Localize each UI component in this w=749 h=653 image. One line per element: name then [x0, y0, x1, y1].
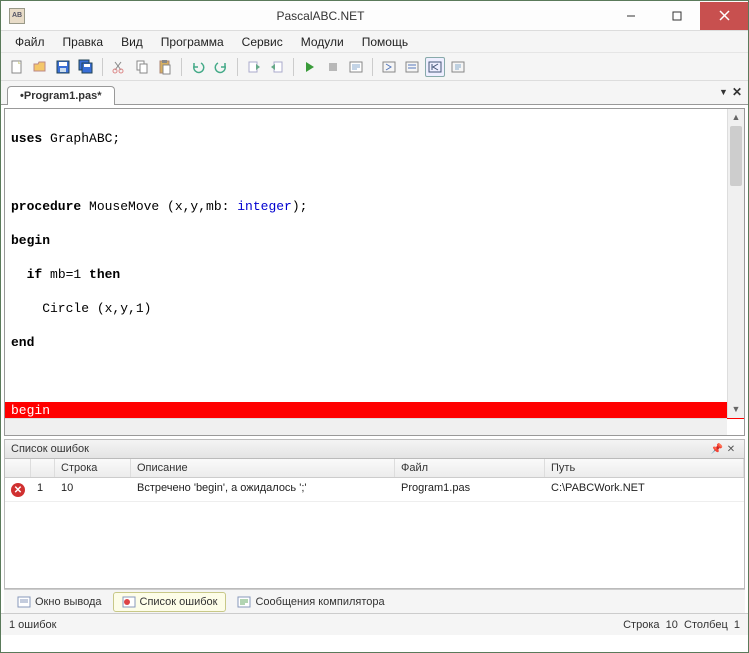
step-over-button[interactable] — [402, 57, 422, 77]
code-text: Circle (x,y,1) — [5, 300, 744, 317]
tab-output[interactable]: Окно вывода — [8, 592, 111, 612]
code-text: ); — [292, 199, 308, 214]
code-text: end — [11, 335, 34, 350]
cut-button[interactable] — [109, 57, 129, 77]
undo-button[interactable] — [188, 57, 208, 77]
menu-program[interactable]: Программа — [153, 33, 232, 51]
navigate-fwd-button[interactable] — [267, 57, 287, 77]
tab-close-icon[interactable]: ✕ — [732, 85, 742, 99]
col-file[interactable]: Файл — [395, 459, 545, 477]
grid-header: Строка Описание Файл Путь — [5, 459, 744, 478]
document-tabs: •Program1.pas* ▼ ✕ — [1, 81, 748, 105]
title-bar: AB PascalABC.NET — [1, 1, 748, 31]
error-line: begin — [5, 402, 744, 419]
navigate-back-button[interactable] — [244, 57, 264, 77]
code-editor[interactable]: uses GraphABC; procedure MouseMove (x,y,… — [4, 108, 745, 436]
code-text: uses — [11, 131, 42, 146]
status-line-value: 10 — [666, 619, 678, 631]
col-icon[interactable] — [5, 459, 31, 477]
code-text: then — [89, 267, 120, 282]
breakpoint-button[interactable] — [448, 57, 468, 77]
col-line[interactable]: Строка — [55, 459, 131, 477]
toolbar-separator — [293, 58, 294, 76]
col-path[interactable]: Путь — [545, 459, 744, 477]
error-path: C:\PABCWork.NET — [545, 478, 744, 501]
toolbar — [1, 53, 748, 81]
status-error-count: 1 ошибок — [9, 619, 57, 631]
step-out-button[interactable] — [425, 57, 445, 77]
code-text: MouseMove (x,y,mb: — [81, 199, 237, 214]
code-text: if — [11, 267, 42, 282]
error-row[interactable]: ✕ 1 10 Встречено 'begin', а ожидалось ';… — [5, 478, 744, 502]
status-line-label: Строка — [623, 619, 659, 631]
compile-button[interactable] — [346, 57, 366, 77]
errors-grid: Строка Описание Файл Путь ✕ 1 10 Встрече… — [4, 459, 745, 589]
error-file: Program1.pas — [395, 478, 545, 501]
tab-program1[interactable]: •Program1.pas* — [7, 86, 115, 105]
scroll-down-icon[interactable]: ▼ — [728, 401, 744, 418]
save-button[interactable] — [53, 57, 73, 77]
status-bar: 1 ошибок Строка 10 Столбец 1 — [1, 613, 748, 635]
paste-button[interactable] — [155, 57, 175, 77]
toolbar-separator — [181, 58, 182, 76]
step-into-button[interactable] — [379, 57, 399, 77]
error-index: 1 — [31, 478, 55, 501]
panel-title: Список ошибок — [11, 443, 89, 455]
menu-bar: Файл Правка Вид Программа Сервис Модули … — [1, 31, 748, 53]
code-text: procedure — [11, 199, 81, 214]
code-text — [5, 164, 744, 181]
tab-compiler-messages[interactable]: Сообщения компилятора — [228, 592, 393, 612]
error-desc: Встречено 'begin', а ожидалось ';' — [131, 478, 395, 501]
status-col-value: 1 — [734, 619, 740, 631]
tab-label: Сообщения компилятора — [255, 596, 384, 608]
errors-icon — [122, 596, 136, 608]
menu-file[interactable]: Файл — [7, 33, 53, 51]
menu-service[interactable]: Сервис — [234, 33, 291, 51]
stop-button[interactable] — [323, 57, 343, 77]
scrollbar-thumb[interactable] — [730, 126, 742, 186]
tab-dropdown-icon[interactable]: ▼ — [719, 87, 728, 97]
menu-view[interactable]: Вид — [113, 33, 151, 51]
code-text: integer — [237, 199, 292, 214]
compiler-icon — [237, 596, 251, 608]
bottom-tabs: Окно вывода Список ошибок Сообщения комп… — [4, 589, 745, 613]
menu-help[interactable]: Помощь — [354, 33, 416, 51]
code-text: begin — [11, 233, 50, 248]
tab-label: Список ошибок — [140, 596, 218, 608]
output-icon — [17, 596, 31, 608]
minimize-button[interactable] — [608, 2, 654, 30]
error-icon: ✕ — [11, 483, 25, 497]
tab-label: Окно вывода — [35, 596, 102, 608]
menu-edit[interactable]: Правка — [55, 33, 112, 51]
vertical-scrollbar[interactable]: ▲ ▼ — [727, 109, 744, 418]
new-file-button[interactable] — [7, 57, 27, 77]
errors-panel-header: Список ошибок 📌 ✕ — [4, 439, 745, 459]
copy-button[interactable] — [132, 57, 152, 77]
save-all-button[interactable] — [76, 57, 96, 77]
menu-modules[interactable]: Модули — [293, 33, 352, 51]
status-col-label: Столбец — [684, 619, 728, 631]
code-text — [5, 368, 744, 385]
error-line-num: 10 — [55, 478, 131, 501]
tab-errors[interactable]: Список ошибок — [113, 592, 227, 612]
run-button[interactable] — [300, 57, 320, 77]
col-description[interactable]: Описание — [131, 459, 395, 477]
col-number[interactable] — [31, 459, 55, 477]
panel-close-icon[interactable]: ✕ — [724, 444, 738, 455]
code-text: mb=1 — [42, 267, 89, 282]
open-file-button[interactable] — [30, 57, 50, 77]
scroll-up-icon[interactable]: ▲ — [728, 109, 744, 126]
window-title: PascalABC.NET — [33, 9, 608, 23]
horizontal-scrollbar[interactable] — [5, 418, 727, 435]
toolbar-separator — [237, 58, 238, 76]
redo-button[interactable] — [211, 57, 231, 77]
toolbar-separator — [372, 58, 373, 76]
close-button[interactable] — [700, 2, 748, 30]
toolbar-separator — [102, 58, 103, 76]
app-icon: AB — [9, 8, 25, 24]
maximize-button[interactable] — [654, 2, 700, 30]
pin-icon[interactable]: 📌 — [710, 444, 724, 455]
